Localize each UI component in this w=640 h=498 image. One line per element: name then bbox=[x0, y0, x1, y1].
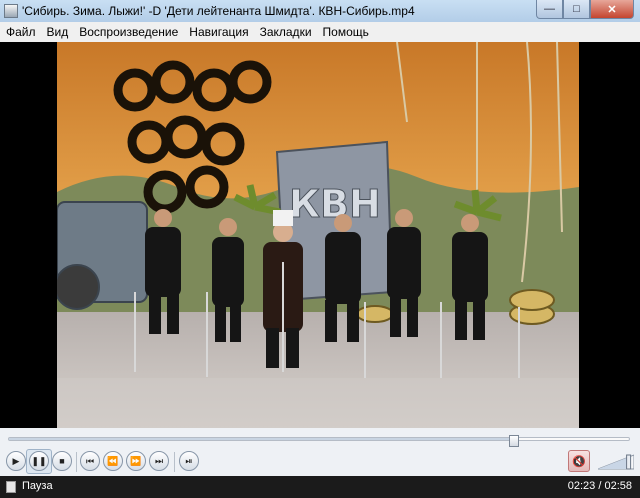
skip-forward-icon[interactable]: ⏭ bbox=[149, 451, 169, 471]
minimize-button[interactable]: — bbox=[536, 0, 563, 19]
file-icon bbox=[6, 481, 16, 493]
menu-file[interactable]: Файл bbox=[0, 25, 41, 39]
skip-back-icon[interactable]: ⏮ bbox=[80, 451, 100, 471]
window-title: 'Сибирь. Зима. Лыжи!' -D 'Дети лейтенант… bbox=[22, 4, 415, 18]
stage-scene: КВН bbox=[57, 42, 579, 428]
seek-track[interactable] bbox=[8, 437, 630, 441]
menu-bar: Файл Вид Воспроизведение Навигация Закла… bbox=[0, 22, 640, 43]
title-bar: 'Сибирь. Зима. Лыжи!' -D 'Дети лейтенант… bbox=[0, 0, 640, 22]
rewind-icon[interactable]: ⏪ bbox=[103, 451, 123, 471]
pause-icon[interactable]: ❚❚ bbox=[29, 451, 49, 471]
separator bbox=[76, 452, 77, 472]
menu-help[interactable]: Помощь bbox=[317, 25, 374, 39]
separator bbox=[174, 452, 175, 472]
stop-icon[interactable]: ■ bbox=[52, 451, 72, 471]
frame-step-icon[interactable]: ⏯ bbox=[179, 451, 199, 471]
volume-slider[interactable] bbox=[598, 454, 634, 470]
menu-navigation[interactable]: Навигация bbox=[183, 25, 253, 39]
playback-controls: ▶ ❚❚ ■ ⏮ ⏪ ⏩ ⏭ ⏯ 🔇 bbox=[0, 448, 640, 476]
seek-bar[interactable] bbox=[0, 428, 640, 448]
film-icon[interactable] bbox=[4, 4, 18, 18]
menu-playback[interactable]: Воспроизведение bbox=[73, 25, 183, 39]
time-display: 02:23 / 02:58 bbox=[567, 480, 632, 492]
seek-thumb[interactable] bbox=[509, 435, 520, 447]
status-bar: Пауза 02:23 / 02:58 bbox=[0, 476, 640, 498]
old-car bbox=[57, 201, 148, 310]
playback-state: Пауза bbox=[22, 480, 53, 492]
menu-view[interactable]: Вид bbox=[41, 25, 74, 39]
mute-icon[interactable]: 🔇 bbox=[568, 450, 590, 472]
fast-forward-icon[interactable]: ⏩ bbox=[126, 451, 146, 471]
play-icon[interactable]: ▶ bbox=[6, 451, 26, 471]
video-frame: КВН bbox=[57, 42, 579, 428]
video-area[interactable]: КВН bbox=[0, 42, 640, 428]
seek-progress bbox=[9, 438, 514, 440]
menu-bookmarks[interactable]: Закладки bbox=[254, 25, 317, 39]
maximize-button[interactable]: □ bbox=[563, 0, 590, 19]
close-button[interactable]: ✕ bbox=[590, 0, 634, 19]
window-controls: — □ ✕ bbox=[536, 0, 634, 19]
